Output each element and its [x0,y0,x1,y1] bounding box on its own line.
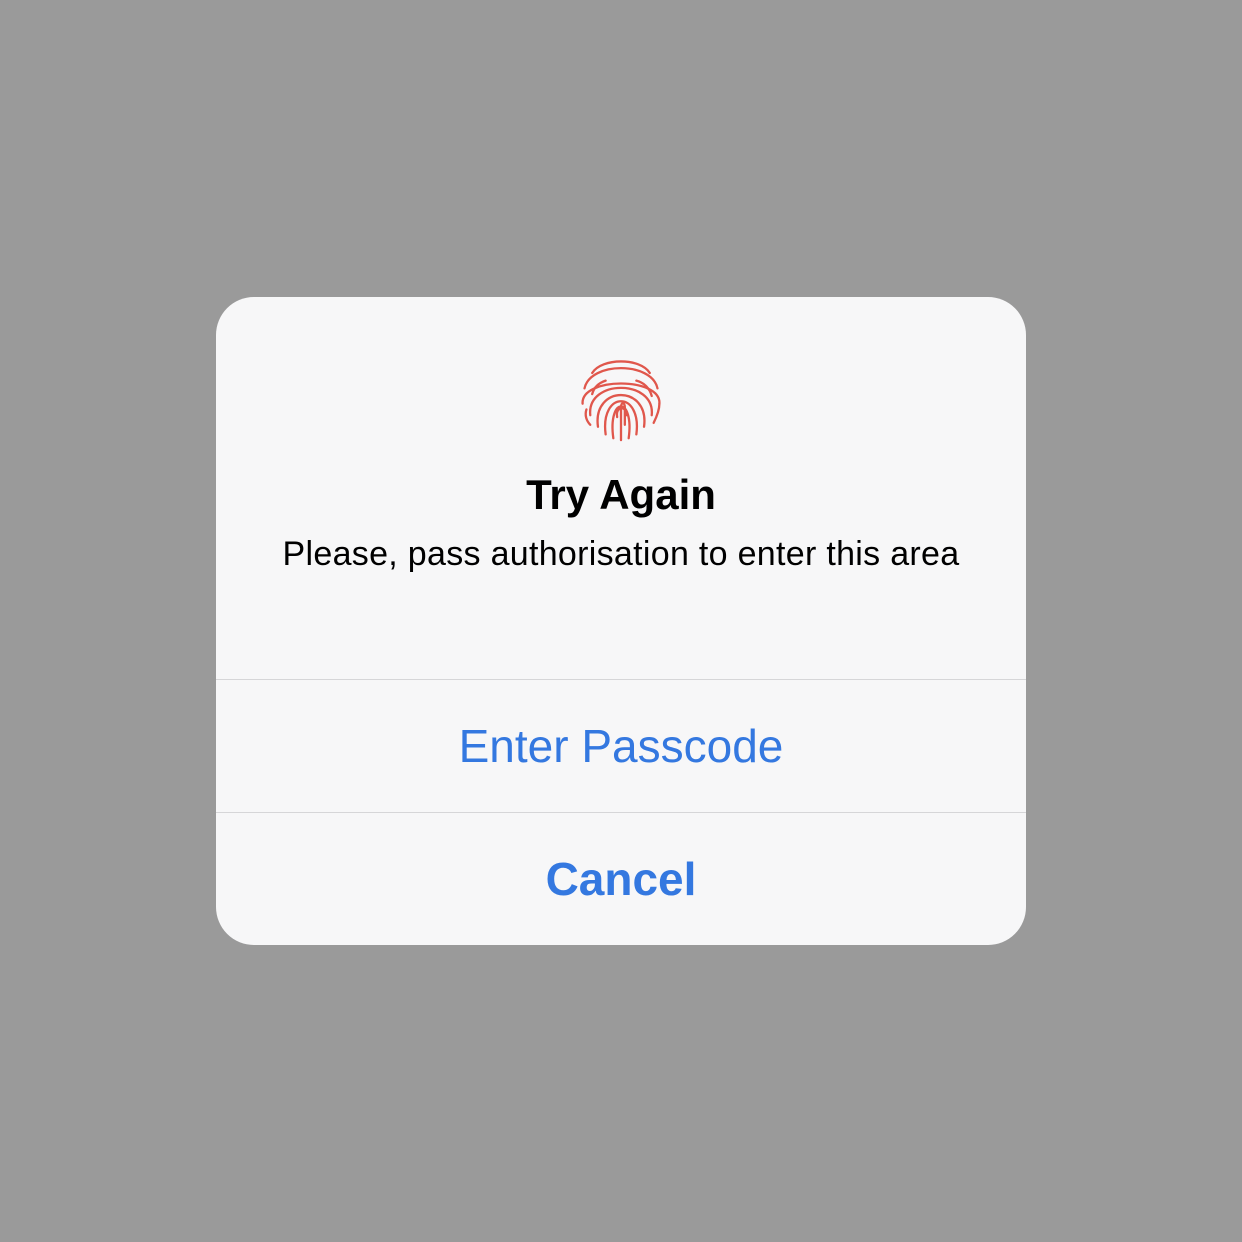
alert-title: Try Again [526,471,716,518]
cancel-button[interactable]: Cancel [216,813,1026,945]
alert-header: Try Again Please, pass authorisation to … [216,297,1026,679]
enter-passcode-button[interactable]: Enter Passcode [216,680,1026,812]
fingerprint-icon [573,348,669,444]
touch-id-alert: Try Again Please, pass authorisation to … [216,297,1026,945]
alert-message: Please, pass authorisation to enter this… [282,535,960,573]
